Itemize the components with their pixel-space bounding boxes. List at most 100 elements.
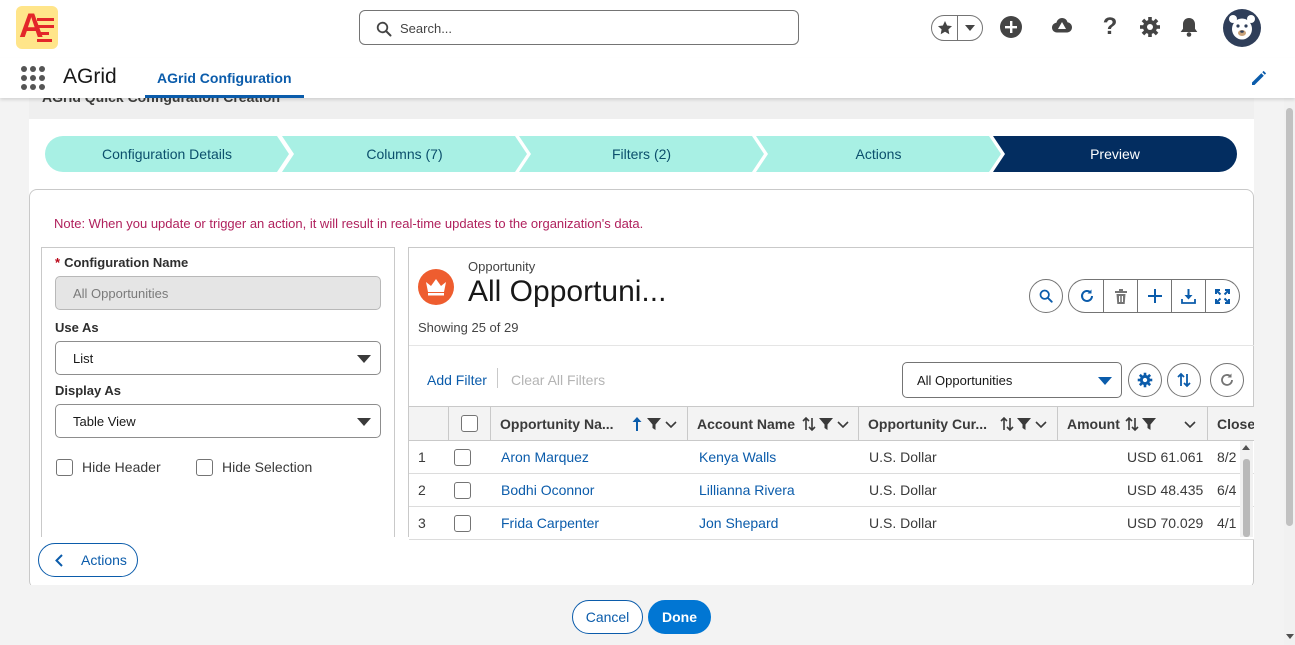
path-step-configuration-details[interactable]: Configuration Details — [45, 136, 289, 172]
logo-line — [37, 25, 54, 28]
export-button[interactable] — [1171, 280, 1205, 312]
cancel-button[interactable]: Cancel — [572, 600, 643, 634]
sort-button[interactable] — [1167, 363, 1201, 397]
use-as-select[interactable]: List — [55, 341, 381, 375]
path-step-filters[interactable]: Filters (2) — [519, 136, 764, 172]
scroll-up-arrow[interactable] — [1242, 445, 1250, 450]
list-view-select[interactable]: All Opportunities — [902, 362, 1122, 398]
bell-icon[interactable] — [1177, 12, 1201, 42]
back-to-actions-button[interactable]: Actions — [38, 543, 138, 577]
reset-button[interactable] — [1210, 363, 1244, 397]
chevron-down-icon[interactable] — [837, 421, 849, 428]
path-step-label: Actions — [855, 146, 902, 162]
scroll-thumb[interactable] — [1286, 108, 1293, 526]
filter-icon[interactable] — [647, 418, 661, 430]
add-filter-link[interactable]: Add Filter — [427, 372, 487, 388]
search-list-button[interactable] — [1029, 279, 1063, 313]
sort-icon[interactable] — [801, 416, 817, 432]
account-link[interactable]: Jon Shepard — [699, 507, 778, 539]
config-name-value: All Opportunities — [73, 285, 169, 301]
add-icon — [1147, 289, 1162, 303]
opportunity-crown-icon — [418, 269, 454, 305]
scroll-thumb[interactable] — [1243, 459, 1250, 537]
currency-cell: U.S. Dollar — [869, 449, 937, 465]
table-row[interactable]: 3 Frida Carpenter Jon Shepard U.S. Dolla… — [409, 507, 1254, 540]
th-opportunity-currency[interactable]: Opportunity Cur... — [859, 407, 1058, 440]
config-name-label-text: Configuration Name — [64, 255, 189, 270]
filter-icon[interactable] — [1142, 418, 1156, 430]
panel-divider — [409, 345, 1254, 346]
chevron-down-icon[interactable] — [665, 421, 677, 428]
global-search[interactable] — [359, 10, 799, 45]
setup-gear-icon[interactable] — [1138, 12, 1162, 42]
tab-agrid-configuration[interactable]: AGrid Configuration — [145, 58, 304, 98]
th-opportunity-name[interactable]: Opportunity Na... — [491, 407, 688, 440]
star-icon[interactable] — [932, 16, 959, 40]
edit-nav-icon[interactable] — [1250, 69, 1268, 87]
new-record-button[interactable] — [1137, 280, 1171, 312]
table-scrollbar[interactable] — [1240, 441, 1253, 537]
row-checkbox[interactable] — [454, 515, 471, 532]
sort-ascending-icon[interactable] — [632, 417, 642, 431]
th-account-name[interactable]: Account Name — [688, 407, 859, 440]
opportunity-link[interactable]: Frida Carpenter — [501, 507, 599, 539]
account-link[interactable]: Kenya Walls — [699, 441, 776, 473]
chevron-down-icon[interactable] — [958, 16, 982, 40]
close-date-cell: 6/4 — [1217, 482, 1237, 498]
filter-icon[interactable] — [819, 418, 833, 430]
logo-line — [37, 39, 52, 42]
expand-button[interactable] — [1205, 280, 1239, 312]
list-actions-group — [1103, 279, 1240, 313]
trailhead-icon[interactable] — [1049, 12, 1075, 42]
search-icon — [1039, 289, 1053, 303]
app-logo[interactable]: A — [16, 6, 58, 49]
close-date-cell: 8/2 — [1217, 449, 1237, 465]
th-close-date[interactable]: Close — [1208, 407, 1254, 440]
path-step-actions[interactable]: Actions — [756, 136, 1001, 172]
table-row[interactable]: 2 Bodhi Oconnor Lillianna Rivera U.S. Do… — [409, 474, 1254, 507]
row-checkbox[interactable] — [454, 449, 471, 466]
global-header: A ? — [0, 0, 1295, 58]
list-title: All Opportuni... — [468, 275, 667, 308]
tab-label: AGrid Configuration — [157, 70, 292, 86]
chevron-down-icon[interactable] — [1184, 421, 1196, 428]
sort-icon[interactable] — [1124, 416, 1140, 432]
logo-line — [37, 32, 49, 35]
currency-cell: U.S. Dollar — [869, 482, 937, 498]
refresh-button[interactable] — [1068, 279, 1104, 313]
help-icon[interactable]: ? — [1098, 12, 1122, 42]
clear-all-filters-link[interactable]: Clear All Filters — [511, 372, 605, 388]
search-input[interactable] — [400, 18, 780, 38]
opportunity-link[interactable]: Bodhi Oconnor — [501, 474, 594, 506]
done-button[interactable]: Done — [648, 600, 711, 634]
favorites-group[interactable] — [931, 15, 983, 41]
filter-icon[interactable] — [1017, 418, 1031, 430]
display-as-value: Table View — [73, 413, 136, 429]
account-link[interactable]: Lillianna Rivera — [699, 474, 795, 506]
table-row[interactable]: 1 Aron Marquez Kenya Walls U.S. Dollar U… — [409, 441, 1254, 474]
avatar[interactable] — [1223, 9, 1261, 47]
list-settings-button[interactable] — [1128, 363, 1162, 397]
hide-header-checkbox[interactable] — [56, 459, 73, 476]
sort-icon[interactable] — [999, 416, 1015, 432]
app-navigation-bar: AGrid AGrid Configuration — [0, 58, 1295, 98]
path-step-columns[interactable]: Columns (7) — [282, 136, 527, 172]
hide-selection-label: Hide Selection — [222, 459, 313, 475]
add-icon[interactable] — [998, 12, 1024, 42]
path-step-label: Columns (7) — [366, 146, 443, 162]
record-count: Showing 25 of 29 — [418, 320, 519, 335]
app-launcher-icon[interactable] — [20, 65, 46, 91]
select-all-checkbox[interactable] — [461, 415, 478, 432]
amount-cell: USD 48.435 — [1127, 482, 1204, 498]
hide-selection-checkbox[interactable] — [196, 459, 213, 476]
page-scrollbar[interactable] — [1284, 82, 1295, 645]
scroll-down-arrow[interactable] — [1286, 634, 1294, 639]
delete-button[interactable] — [1103, 280, 1137, 312]
opportunity-link[interactable]: Aron Marquez — [501, 441, 589, 473]
path-step-preview[interactable]: Preview — [993, 136, 1237, 172]
chevron-down-icon[interactable] — [1035, 421, 1047, 428]
row-checkbox[interactable] — [454, 482, 471, 499]
th-amount[interactable]: Amount — [1058, 407, 1208, 440]
column-label: Opportunity Cur... — [868, 415, 987, 432]
display-as-select[interactable]: Table View — [55, 404, 381, 438]
